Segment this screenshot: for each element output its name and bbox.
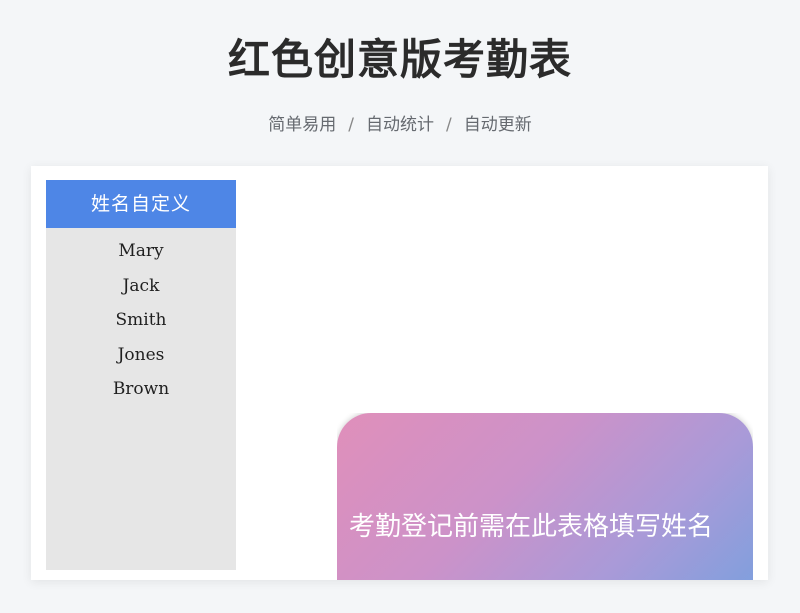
name-cell-smith[interactable]: Smith [46,303,236,338]
subtitle-separator: / [446,115,452,135]
subtitle-item-easy: 简单易用 [268,115,337,135]
subtitle-separator: / [348,115,354,135]
tip-text: 考勤登记前需在此表格填写姓名 [349,512,714,542]
subtitle: 简单易用 / 自动统计 / 自动更新 [0,110,800,140]
tip-bubble [337,413,753,580]
page-title: 红色创意版考勤表 [227,35,572,84]
name-panel-header: 姓名自定义 [46,180,236,228]
name-cell-mary[interactable]: Mary [46,234,236,269]
spreadsheet-card: 姓名自定义 Mary Jack Smith Jones Brown 考勤登记前需… [31,166,768,580]
name-cell-jack[interactable]: Jack [46,269,236,304]
name-cell-jones[interactable]: Jones [46,338,236,373]
subtitle-item-auto-stats: 自动统计 [366,115,434,135]
name-list: Mary Jack Smith Jones Brown [46,228,236,407]
name-cell-brown[interactable]: Brown [46,372,236,407]
subtitle-item-auto-update: 自动更新 [463,115,532,135]
name-panel: 姓名自定义 Mary Jack Smith Jones Brown [46,180,236,570]
tip-callout: 考勤登记前需在此表格填写姓名 [337,413,753,580]
